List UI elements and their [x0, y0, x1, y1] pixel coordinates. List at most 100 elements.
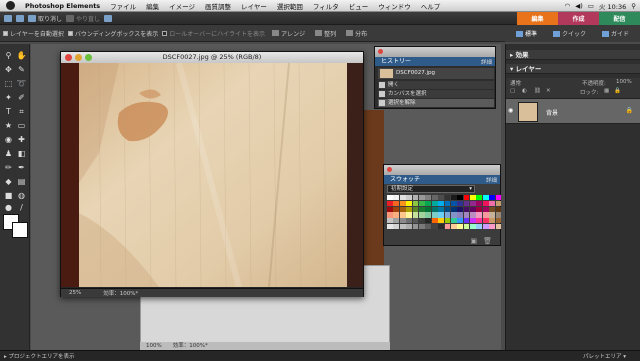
history-state-deselect[interactable]: 選択を解除: [378, 99, 494, 107]
swatch-color[interactable]: [425, 223, 432, 230]
minimize-icon[interactable]: [75, 54, 82, 61]
swatch-color[interactable]: [418, 223, 425, 230]
swatch-color[interactable]: [457, 195, 464, 201]
swatch-color[interactable]: [387, 200, 393, 206]
swatch-color[interactable]: [431, 223, 438, 230]
menu-help[interactable]: ヘルプ: [416, 1, 446, 11]
tab-create[interactable]: 作成: [558, 11, 599, 25]
history-panel[interactable]: ヒストリー 詳細 DSCF0027.jpg 開く カンバスを選択 選択を解除: [374, 46, 496, 109]
type-tool-icon[interactable]: T: [3, 106, 14, 117]
blend-mode-select[interactable]: 通常: [510, 79, 521, 87]
trash-icon[interactable]: 🗑: [483, 237, 492, 246]
crop-tool-icon[interactable]: ⌗: [16, 106, 27, 117]
move-tool-icon[interactable]: ✥: [3, 64, 14, 75]
swatch-color[interactable]: [418, 200, 425, 206]
swatch-color[interactable]: [399, 223, 406, 230]
swatch-color[interactable]: [438, 218, 444, 224]
history-state-open[interactable]: 開く: [378, 81, 494, 89]
swatch-color[interactable]: [476, 223, 483, 230]
effects-panel-header[interactable]: ▸ 効果: [506, 50, 640, 60]
swatch-color[interactable]: [470, 212, 476, 218]
swatch-color[interactable]: [425, 195, 432, 201]
volume-icon[interactable]: ◀): [575, 2, 583, 10]
swatch-color[interactable]: [495, 212, 502, 218]
swatch-color[interactable]: [393, 195, 400, 201]
swatch-color[interactable]: [444, 212, 451, 218]
distribute-button[interactable]: 分布: [343, 29, 370, 38]
swatch-color[interactable]: [438, 206, 444, 212]
swatch-color[interactable]: [470, 200, 476, 206]
swatch-color[interactable]: [406, 195, 412, 201]
marquee-tool-icon[interactable]: ⬚: [3, 78, 14, 89]
menu-layer[interactable]: レイヤー: [236, 1, 272, 11]
menu-window[interactable]: ウィンドウ: [373, 1, 416, 11]
menu-enhance[interactable]: 画質調整: [200, 1, 236, 11]
swatch-color[interactable]: [495, 200, 502, 206]
gradient-tool-icon[interactable]: ▤: [16, 176, 27, 187]
link-layers-icon[interactable]: ⛓: [534, 88, 541, 94]
zoom-tool-icon[interactable]: ⚲: [3, 50, 14, 61]
swatch-color[interactable]: [457, 200, 464, 206]
swatch-color[interactable]: [399, 206, 406, 212]
smart-brush-tool-icon[interactable]: ✒: [16, 162, 27, 173]
spotlight-icon[interactable]: ⚲: [631, 2, 636, 10]
swatch-color[interactable]: [450, 195, 457, 201]
bounding-box-checkbox[interactable]: バウンディングボックスを表示: [67, 29, 158, 38]
swatch-color[interactable]: [387, 195, 393, 201]
swatch-color[interactable]: [393, 200, 400, 206]
document-title-bar[interactable]: DSCF0027.jpg @ 25% (RGB/8): [61, 52, 363, 63]
cookie-cutter-tool-icon[interactable]: ★: [3, 120, 14, 131]
swatch-color[interactable]: [418, 218, 425, 224]
swatch-color[interactable]: [495, 218, 502, 224]
layer-row[interactable]: ◉ 背景 🔒: [506, 98, 640, 124]
open-button[interactable]: [16, 14, 24, 22]
swatch-color[interactable]: [412, 218, 419, 224]
swatch-color[interactable]: [476, 218, 483, 224]
swatch-color[interactable]: [470, 206, 476, 212]
swatch-color[interactable]: [489, 195, 496, 201]
swatch-color[interactable]: [482, 206, 489, 212]
shape-tool-icon[interactable]: ■: [3, 190, 14, 201]
history-panel-titlebar[interactable]: [375, 47, 495, 57]
swatch-color[interactable]: [450, 218, 457, 224]
brush-tool-icon[interactable]: ✏: [3, 162, 14, 173]
swatch-color[interactable]: [387, 218, 393, 224]
swatch-color[interactable]: [482, 218, 489, 224]
close-icon[interactable]: [387, 167, 392, 172]
menu-file[interactable]: ファイル: [105, 1, 141, 11]
menu-edit[interactable]: 編集: [141, 1, 164, 11]
swatch-color[interactable]: [412, 195, 419, 201]
swatch-color[interactable]: [438, 195, 444, 201]
tab-edit[interactable]: 編集: [517, 11, 558, 25]
swatch-color[interactable]: [476, 195, 483, 201]
magic-wand-tool-icon[interactable]: ✦: [3, 92, 14, 103]
swatch-color[interactable]: [457, 218, 464, 224]
align-button[interactable]: 整列: [312, 29, 339, 38]
swatches-more-button[interactable]: 詳細: [486, 176, 497, 184]
history-snapshot[interactable]: DSCF0027.jpg: [378, 68, 494, 79]
swatch-color[interactable]: [476, 212, 483, 218]
swatch-color[interactable]: [495, 223, 502, 230]
swatch-color[interactable]: [476, 206, 483, 212]
project-bin-toggle[interactable]: ▸ プロジェクトエリアを表示: [4, 352, 75, 360]
swatch-color[interactable]: [450, 200, 457, 206]
swatch-color[interactable]: [470, 218, 476, 224]
swatch-color[interactable]: [412, 206, 419, 212]
swatch-color[interactable]: [412, 200, 419, 206]
red-eye-tool-icon[interactable]: ◉: [3, 134, 14, 145]
paint-bucket-tool-icon[interactable]: ◆: [3, 176, 14, 187]
swatch-color[interactable]: [431, 195, 438, 201]
swatch-color[interactable]: [412, 223, 419, 230]
redo-button[interactable]: やり直し: [66, 14, 100, 23]
palette-bin-toggle[interactable]: パレットエリア ▾: [583, 352, 640, 360]
adjustment-layer-icon[interactable]: ◐: [522, 88, 527, 94]
zoom-icon[interactable]: [85, 54, 92, 61]
swatch-color[interactable]: [495, 206, 502, 212]
close-icon[interactable]: [65, 54, 72, 61]
swatch-color[interactable]: [444, 223, 451, 230]
swatch-color[interactable]: [418, 212, 425, 218]
zoom-level[interactable]: 25%: [69, 290, 81, 296]
quick-edit-button[interactable]: クイック: [550, 29, 589, 38]
swatch-color[interactable]: [489, 206, 496, 212]
swatch-color[interactable]: [489, 200, 496, 206]
